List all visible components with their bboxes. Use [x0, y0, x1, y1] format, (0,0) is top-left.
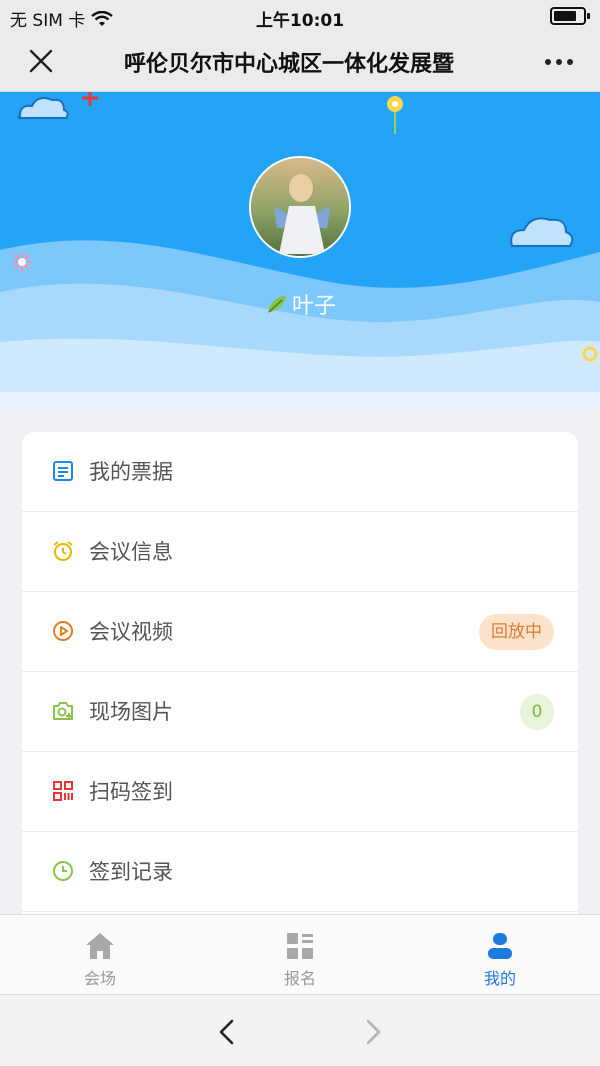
menu-item-label: 扫码签到: [89, 780, 173, 804]
tab-register[interactable]: 报名: [200, 915, 400, 995]
camera-icon: [53, 702, 73, 720]
menu-item-meeting-video[interactable]: 会议视频 回放中: [22, 592, 578, 672]
home-icon: [86, 933, 114, 959]
leaf-icon: [267, 295, 286, 313]
battery-icon: [550, 7, 590, 25]
tab-venue[interactable]: 会场: [0, 915, 200, 995]
nav-bar: 呼伦贝尔市中心城区一体化发展暨: [0, 32, 600, 92]
play-circle-icon: [53, 621, 73, 641]
clock-icon: [53, 861, 73, 881]
menu-item-photos[interactable]: 现场图片 0: [22, 672, 578, 752]
menu-item-label: 我的票据: [89, 460, 173, 484]
username-text: 叶子: [291, 294, 336, 319]
avatar-image: [251, 158, 349, 256]
profile-header: 叶子: [0, 92, 600, 410]
avatar[interactable]: [249, 156, 351, 258]
tab-label: 我的: [483, 969, 516, 988]
browser-toolbar: [0, 994, 600, 1066]
menu-item-tickets[interactable]: 我的票据: [22, 432, 578, 512]
status-bar: 无 SIM 卡 上午10:01: [0, 0, 600, 32]
menu-item-meeting-info[interactable]: 会议信息: [22, 512, 578, 592]
tab-label: 报名: [283, 969, 316, 988]
grid-icon: [287, 933, 313, 959]
menu-item-label: 会议信息: [89, 540, 173, 564]
menu-item-label: 签到记录: [89, 860, 173, 884]
ticket-icon: [53, 461, 73, 481]
more-icon[interactable]: [544, 52, 574, 72]
menu-card: 我的票据 会议信息 会议视频 回放中 现场图片 0 扫码签到 签到记录: [22, 432, 578, 917]
tab-bar: 会场 报名 我的: [0, 914, 600, 994]
menu-item-checkin-records[interactable]: 签到记录: [22, 832, 578, 912]
close-icon[interactable]: [28, 48, 54, 74]
page-title: 呼伦贝尔市中心城区一体化发展暨: [124, 52, 455, 77]
menu-item-scan-checkin[interactable]: 扫码签到: [22, 752, 578, 832]
replay-status-badge: 回放中: [479, 614, 554, 650]
tab-label: 会场: [83, 969, 116, 988]
back-arrow-icon[interactable]: [216, 1019, 238, 1045]
tab-mine[interactable]: 我的: [400, 915, 600, 995]
qrcode-icon: [53, 781, 73, 801]
menu-item-label: 会议视频: [89, 620, 173, 644]
user-icon: [488, 933, 512, 959]
status-time: 上午10:01: [255, 11, 345, 31]
menu-item-label: 现场图片: [89, 700, 173, 724]
alarm-clock-icon: [53, 541, 73, 561]
forward-arrow-icon[interactable]: [362, 1019, 384, 1045]
username: 叶子: [0, 288, 600, 320]
photo-count-badge: 0: [520, 694, 554, 730]
